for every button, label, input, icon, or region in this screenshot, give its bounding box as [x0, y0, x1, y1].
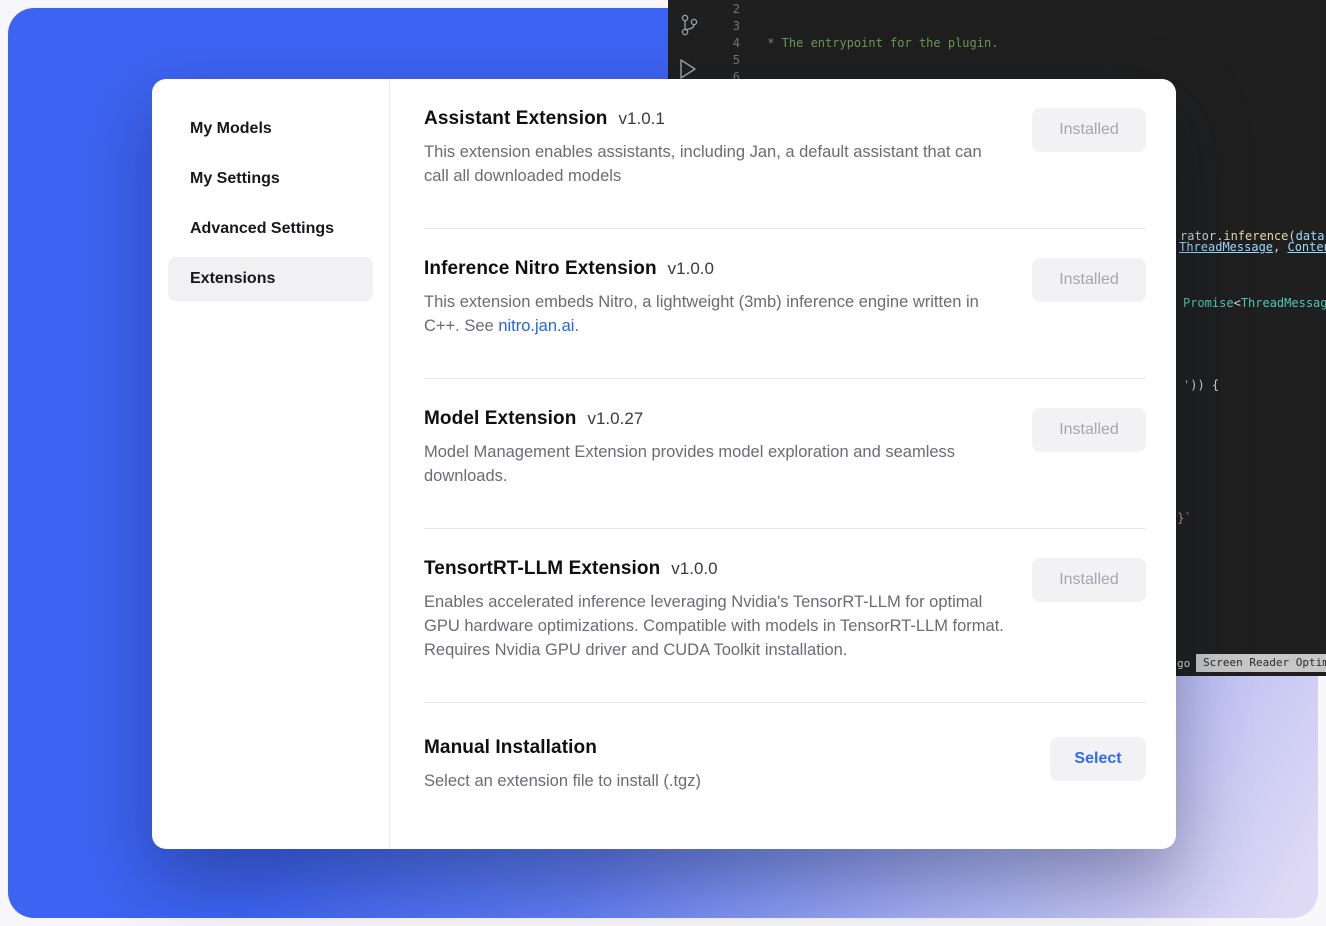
extension-version: v1.0.27: [587, 409, 643, 429]
installed-button[interactable]: Installed: [1032, 258, 1146, 302]
sidebar-item-label: My Settings: [190, 170, 280, 188]
source-control-branch-icon[interactable]: [678, 12, 700, 41]
installed-button[interactable]: Installed: [1032, 108, 1146, 152]
line-number: 5: [714, 52, 740, 69]
editor-gutter: 2 3 4 5 6: [714, 1, 740, 86]
sidebar-item-my-settings[interactable]: My Settings: [168, 157, 373, 201]
extension-row-tensorrt: TensortRT-LLM Extension v1.0.0 Enables a…: [424, 529, 1146, 703]
line-number: 4: [714, 35, 740, 52]
extension-name: Model Extension: [424, 408, 576, 430]
extension-description: Model Management Extension provides mode…: [424, 440, 1008, 488]
settings-modal: My Models My Settings Advanced Settings …: [152, 79, 1176, 849]
extension-name: Inference Nitro Extension: [424, 258, 657, 280]
manual-installation-row: Manual Installation Select an extension …: [424, 703, 1146, 829]
extension-row-nitro: Inference Nitro Extension v1.0.0 This ex…: [424, 229, 1146, 379]
extension-row-model: Model Extension v1.0.27 Model Management…: [424, 379, 1146, 529]
extension-version: v1.0.1: [619, 109, 665, 129]
extension-description: Enables accelerated inference leveraging…: [424, 590, 1008, 662]
sidebar-item-label: My Models: [190, 120, 272, 138]
sidebar-item-label: Advanced Settings: [190, 220, 334, 238]
extension-name: TensortRT-LLM Extension: [424, 558, 660, 580]
nitro-link[interactable]: nitro.jan.ai.: [498, 317, 579, 335]
code-fragment: rator.inference(data));: [1180, 229, 1326, 243]
extension-description: This extension embeds Nitro, a lightweig…: [424, 290, 1008, 338]
extension-description: This extension enables assistants, inclu…: [424, 140, 1008, 188]
sidebar-item-advanced-settings[interactable]: Advanced Settings: [168, 207, 373, 251]
line-number: 3: [714, 18, 740, 35]
code-fragment: ')) {: [1183, 378, 1219, 392]
installed-button[interactable]: Installed: [1032, 558, 1146, 602]
code-line: * The entrypoint for the plugin.: [760, 35, 1326, 52]
manual-installation-description: Select an extension file to install (.tg…: [424, 769, 701, 793]
code-fragment: Promise<ThreadMessage>: [1183, 296, 1326, 310]
sidebar-item-label: Extensions: [190, 270, 275, 288]
manual-installation-title: Manual Installation: [424, 737, 597, 759]
extension-name: Assistant Extension: [424, 108, 608, 130]
sidebar-item-my-models[interactable]: My Models: [168, 107, 373, 151]
sidebar-item-extensions[interactable]: Extensions: [168, 257, 373, 301]
extension-row-assistant: Assistant Extension v1.0.1 This extensio…: [424, 79, 1146, 229]
statusbar-text: go: [1177, 657, 1190, 670]
extensions-panel: Assistant Extension v1.0.1 This extensio…: [390, 79, 1176, 849]
line-number: 2: [714, 1, 740, 18]
installed-button[interactable]: Installed: [1032, 408, 1146, 452]
screen-reader-badge[interactable]: Screen Reader Optimiz: [1196, 654, 1326, 672]
select-file-button[interactable]: Select: [1050, 737, 1146, 781]
extension-version: v1.0.0: [671, 559, 717, 579]
settings-sidebar: My Models My Settings Advanced Settings …: [152, 79, 390, 849]
extension-version: v1.0.0: [668, 259, 714, 279]
